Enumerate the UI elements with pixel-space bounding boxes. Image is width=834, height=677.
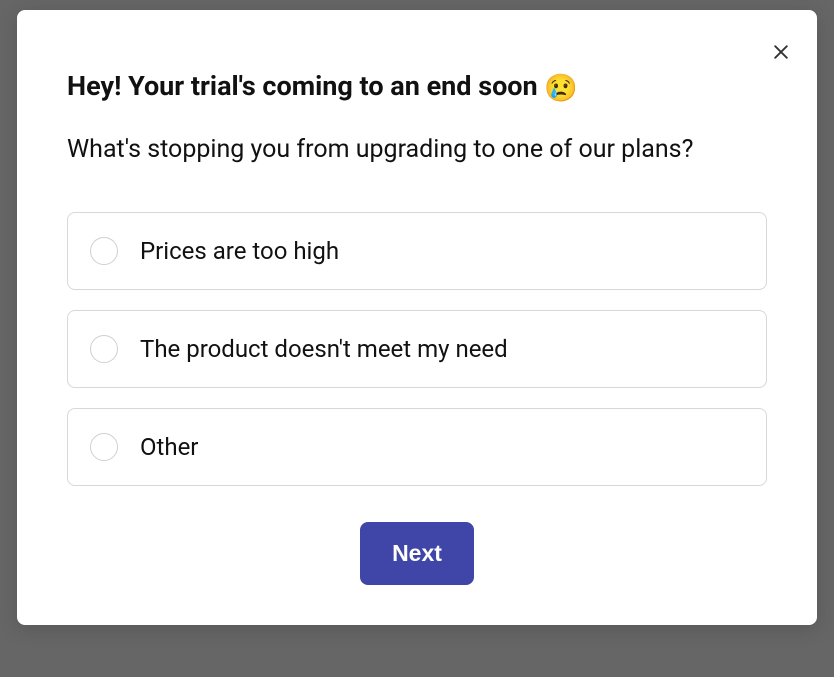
option-prices-too-high[interactable]: Prices are too high [67,212,767,290]
radio-icon [90,433,118,461]
option-other[interactable]: Other [67,408,767,486]
modal-title: Hey! Your trial's coming to an end soon … [67,70,767,104]
option-label: Prices are too high [140,237,339,265]
option-product-need[interactable]: The product doesn't meet my need [67,310,767,388]
close-icon [771,42,791,62]
close-button[interactable] [767,38,795,66]
radio-icon [90,237,118,265]
survey-question: What's stopping you from upgrading to on… [67,132,767,168]
radio-icon [90,335,118,363]
next-button[interactable]: Next [360,522,474,585]
option-label: The product doesn't meet my need [140,335,508,363]
crying-emoji: 😢 [544,72,578,104]
title-text: Hey! Your trial's coming to an end soon [67,70,538,102]
options-list: Prices are too high The product doesn't … [67,212,767,486]
option-label: Other [140,433,198,461]
survey-modal: Hey! Your trial's coming to an end soon … [17,10,817,625]
modal-footer: Next [67,522,767,585]
